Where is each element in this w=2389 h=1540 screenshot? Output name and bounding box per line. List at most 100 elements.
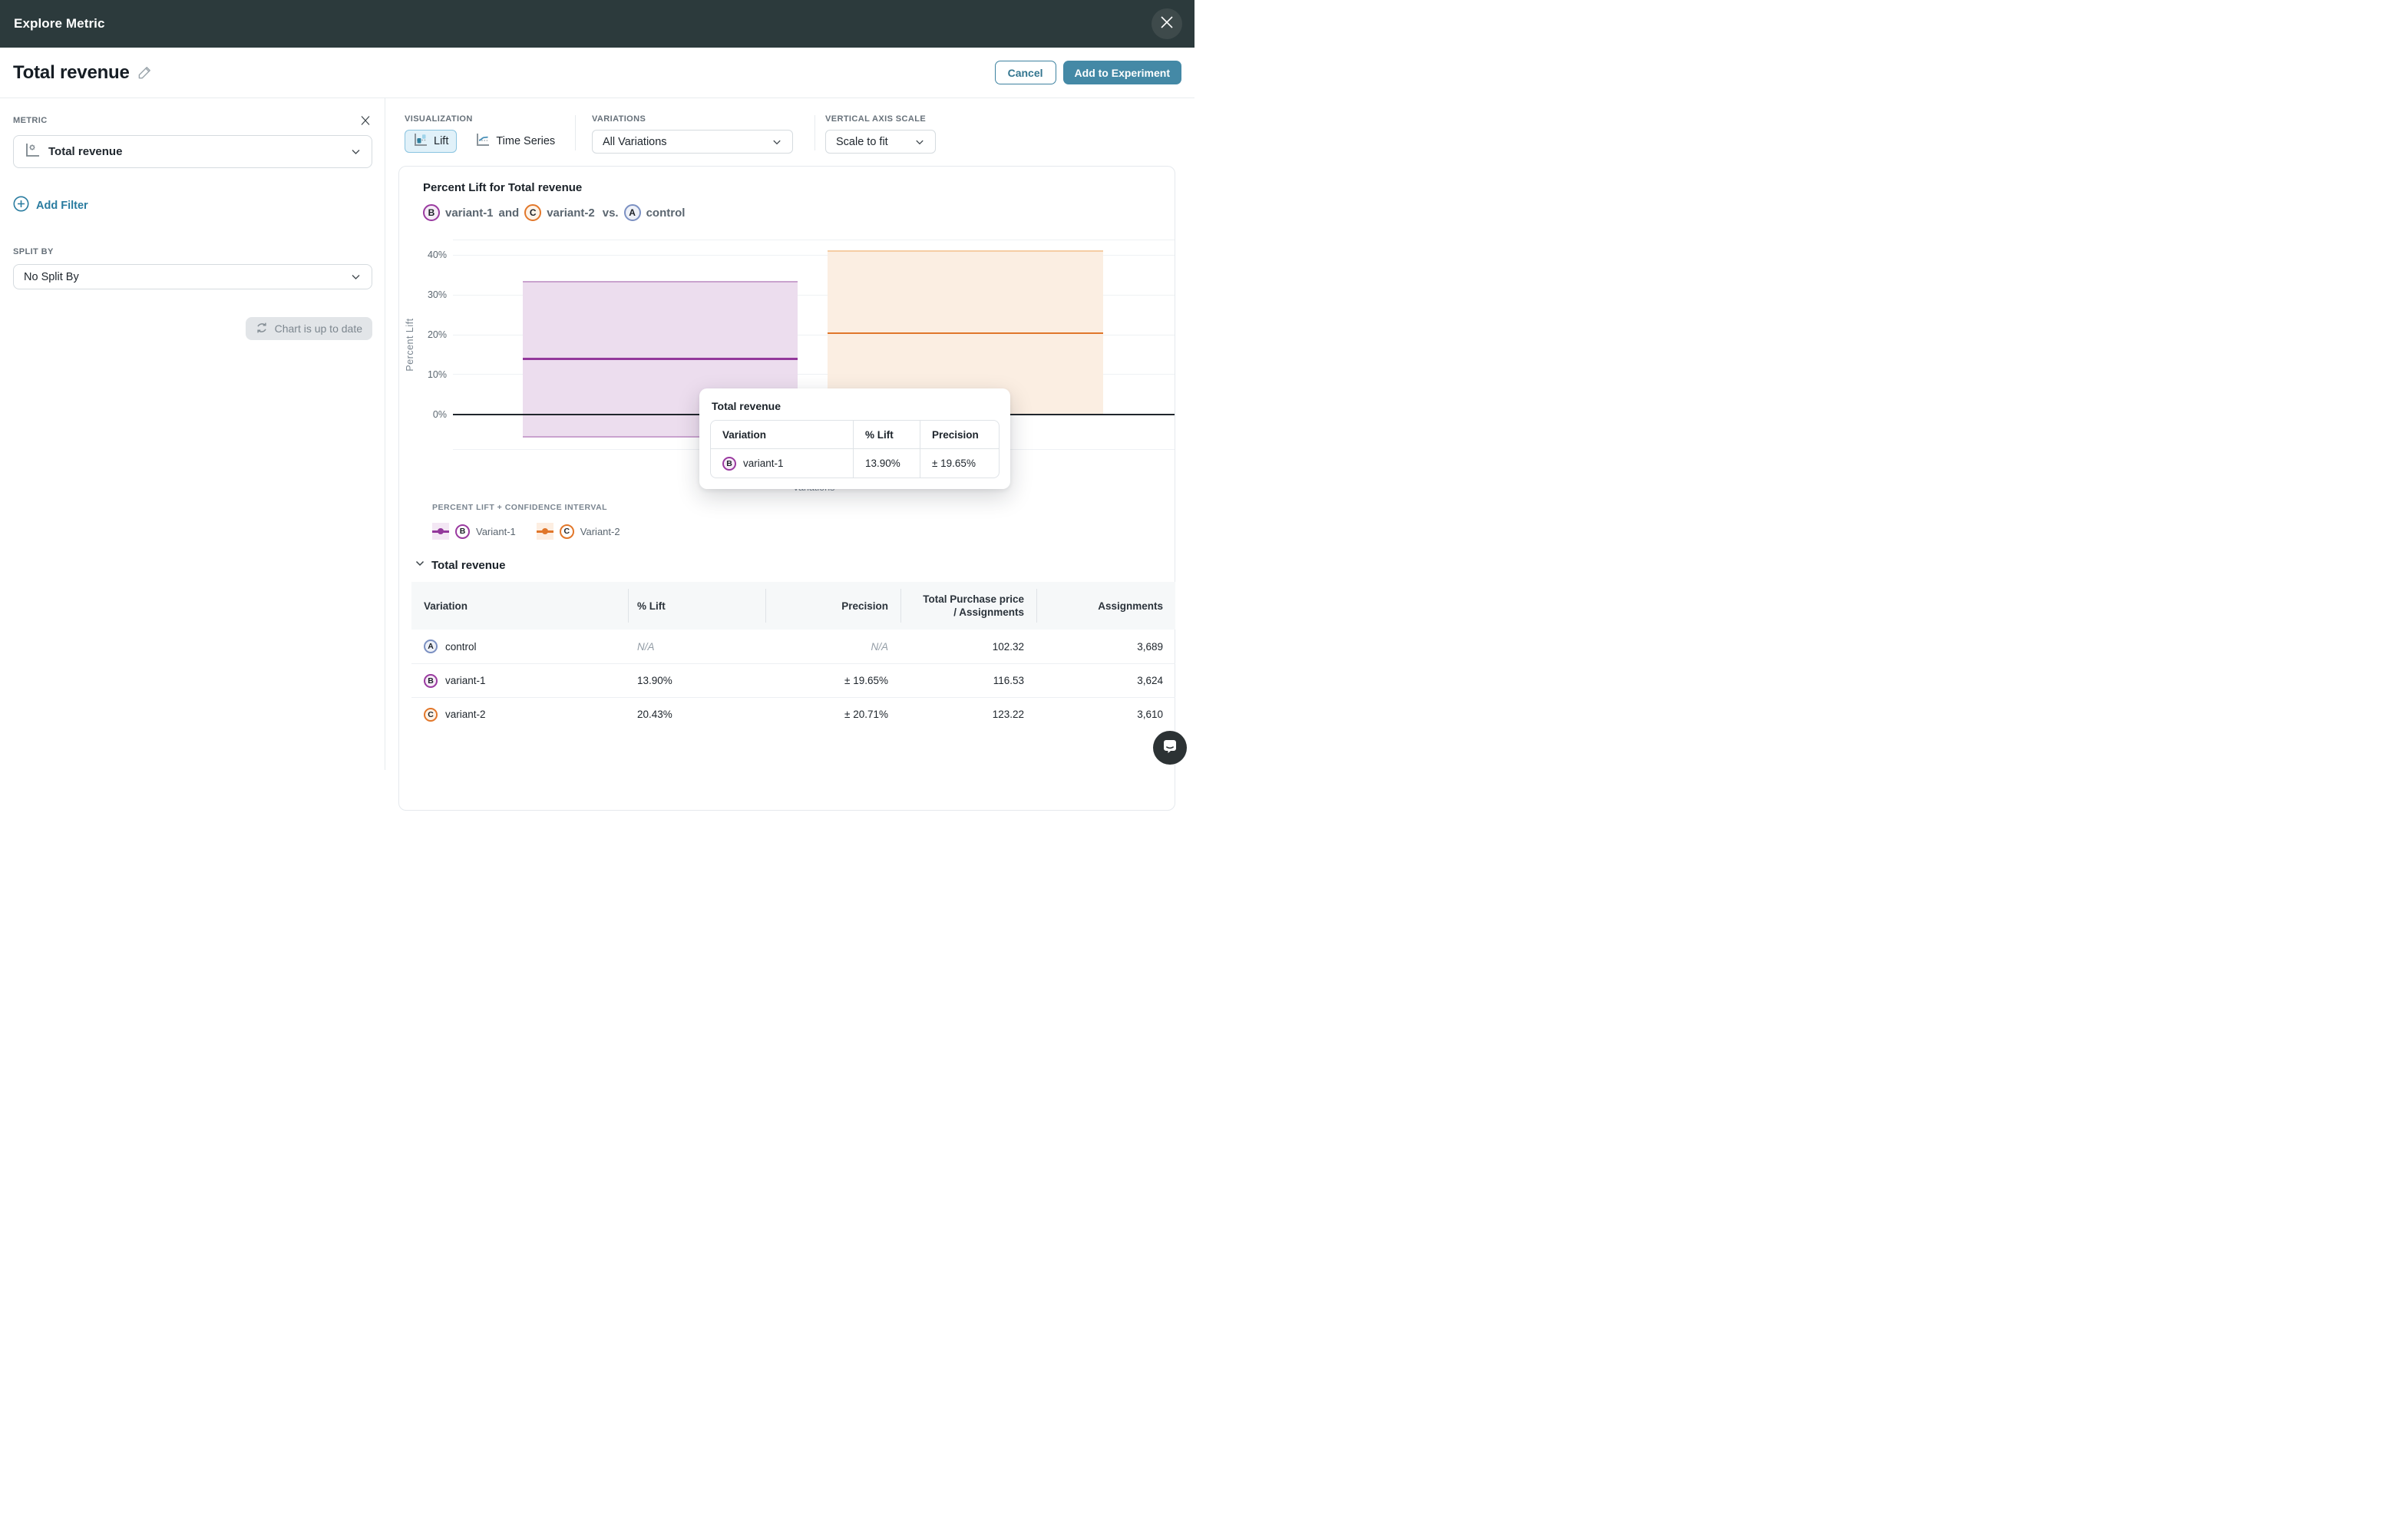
metric-chart-gear-icon [24, 141, 41, 162]
chevron-down-icon [350, 271, 362, 283]
tooltip-col-precision: Precision [920, 421, 999, 448]
cancel-button[interactable]: Cancel [995, 61, 1056, 84]
split-by-value: No Split By [24, 271, 79, 283]
variations-select[interactable]: All Variations [592, 130, 793, 154]
add-to-experiment-button[interactable]: Add to Experiment [1063, 61, 1181, 84]
assignments-value: 3,624 [1036, 675, 1175, 686]
lift-value: 20.43% [628, 709, 765, 720]
y-tick-0: 0% [415, 408, 447, 421]
legend-item-variant-1: B Variant-1 [432, 523, 516, 540]
control-badge: A [424, 639, 438, 653]
variant-b-badge: B [455, 524, 470, 539]
legend: B Variant-1 C Variant-2 [432, 523, 1175, 540]
assignments-value: 3,610 [1036, 709, 1175, 720]
edit-pencil-icon[interactable] [137, 64, 153, 81]
col-precision: Precision [765, 582, 900, 630]
value-per-assignment: 102.32 [900, 641, 1036, 653]
axis-scale-label: VERTICAL AXIS SCALE [825, 114, 936, 124]
lift-value: 13.90% [628, 675, 765, 686]
control-name: control [646, 207, 686, 220]
legend-item-variant-2: C Variant-2 [537, 523, 620, 540]
value-per-assignment: 116.53 [900, 675, 1036, 686]
chart-status-button[interactable]: Chart is up to date [246, 317, 372, 340]
section-title: Total revenue [431, 559, 505, 572]
close-icon [1160, 15, 1174, 33]
chevron-down-icon [350, 146, 362, 157]
variation-name: control [445, 641, 477, 653]
metric-select-value: Total revenue [48, 145, 122, 158]
comparison-row: B variant-1 and C variant-2 vs. A contro… [423, 204, 1175, 221]
axis-scale-value: Scale to fit [836, 136, 888, 148]
y-axis-label: Percent Lift [405, 318, 415, 371]
y-tick-20: 20% [415, 329, 447, 341]
modal-title: Explore Metric [14, 16, 105, 31]
chat-launcher-button[interactable] [1153, 731, 1187, 765]
lift-value: N/A [628, 641, 765, 653]
value-per-assignment: 123.22 [900, 709, 1036, 720]
legend-label: Variant-2 [580, 526, 620, 537]
control-badge: A [624, 204, 641, 221]
col-variation: Variation [411, 582, 628, 630]
metric-section-header[interactable]: Total revenue [415, 558, 1175, 573]
table-row-control: A control N/A N/A 102.32 3,689 [411, 630, 1175, 663]
tooltip-variant-name: variant-1 [743, 458, 784, 469]
results-table-header: Variation % Lift Precision Total Purchas… [411, 582, 1175, 630]
precision-value: ± 20.71% [765, 709, 900, 720]
variant-b-badge: B [722, 457, 736, 471]
y-tick-10: 10% [415, 368, 447, 381]
tooltip-col-variation: Variation [711, 421, 853, 448]
variations-label: VARIATIONS [592, 114, 793, 124]
variant-b-name: variant-1 [445, 207, 494, 220]
page-header: Total revenue Cancel Add to Experiment [0, 48, 1194, 98]
variant-1-lift-line [523, 358, 798, 360]
panel-close-icon[interactable] [359, 114, 372, 127]
tooltip-table: Variation % Lift Precision B variant-1 1… [710, 420, 1000, 478]
tab-time-series-label: Time Series [496, 135, 555, 147]
variant-c-name: variant-2 [547, 207, 595, 220]
chart-controls: VISUALIZATION Lift [385, 98, 1194, 154]
precision-value: ± 19.65% [765, 675, 900, 686]
chat-bubble-icon [1161, 738, 1178, 758]
precision-value: N/A [765, 641, 900, 653]
axis-scale-select[interactable]: Scale to fit [825, 130, 936, 154]
y-tick-40: 40% [415, 249, 447, 261]
variation-name: variant-1 [445, 675, 486, 686]
chart-content-area: VISUALIZATION Lift [385, 98, 1194, 770]
split-by-select[interactable]: No Split By [13, 264, 372, 289]
ci-band-icon [432, 523, 449, 540]
add-filter-label: Add Filter [36, 200, 88, 212]
variant-c-badge: C [424, 708, 438, 722]
variant-2-lift-line [828, 332, 1103, 335]
variation-name: variant-2 [445, 709, 486, 720]
vs-text: vs. [603, 207, 619, 220]
y-tick-30: 30% [415, 289, 447, 301]
metric-select[interactable]: Total revenue [13, 135, 372, 168]
tab-time-series[interactable]: Time Series [467, 130, 563, 153]
metric-title: Total revenue [13, 62, 130, 84]
add-filter-button[interactable]: Add Filter [13, 196, 372, 215]
chevron-down-icon [772, 137, 782, 147]
join-text: and [499, 207, 520, 220]
table-row-variant-1: B variant-1 13.90% ± 19.65% 116.53 3,624 [411, 663, 1175, 697]
variations-value: All Variations [603, 136, 667, 148]
tooltip-title: Total revenue [712, 400, 1000, 412]
assignments-value: 3,689 [1036, 641, 1175, 653]
lift-chart-icon [413, 132, 428, 150]
variant-c-badge: C [524, 204, 541, 221]
col-value-per-assignment: Total Purchase price/ Assignments [900, 582, 1036, 630]
col-lift: % Lift [628, 582, 765, 630]
tooltip-col-lift: % Lift [853, 421, 920, 448]
lift-chart-card: Percent Lift for Total revenue B variant… [398, 166, 1175, 811]
close-button[interactable] [1152, 8, 1182, 39]
metric-config-panel: METRIC Total revenue [0, 98, 385, 770]
col-assignments: Assignments [1036, 582, 1175, 630]
ci-band-icon [537, 523, 553, 540]
tab-lift[interactable]: Lift [405, 130, 457, 153]
tab-lift-label: Lift [434, 135, 448, 147]
legend-title: PERCENT LIFT + CONFIDENCE INTERVAL [432, 503, 1175, 512]
divider [575, 115, 576, 150]
chevron-down-icon [415, 558, 425, 573]
tooltip-precision-value: ± 19.65% [920, 449, 999, 478]
sync-icon [256, 322, 268, 336]
plus-circle-icon [13, 196, 29, 215]
